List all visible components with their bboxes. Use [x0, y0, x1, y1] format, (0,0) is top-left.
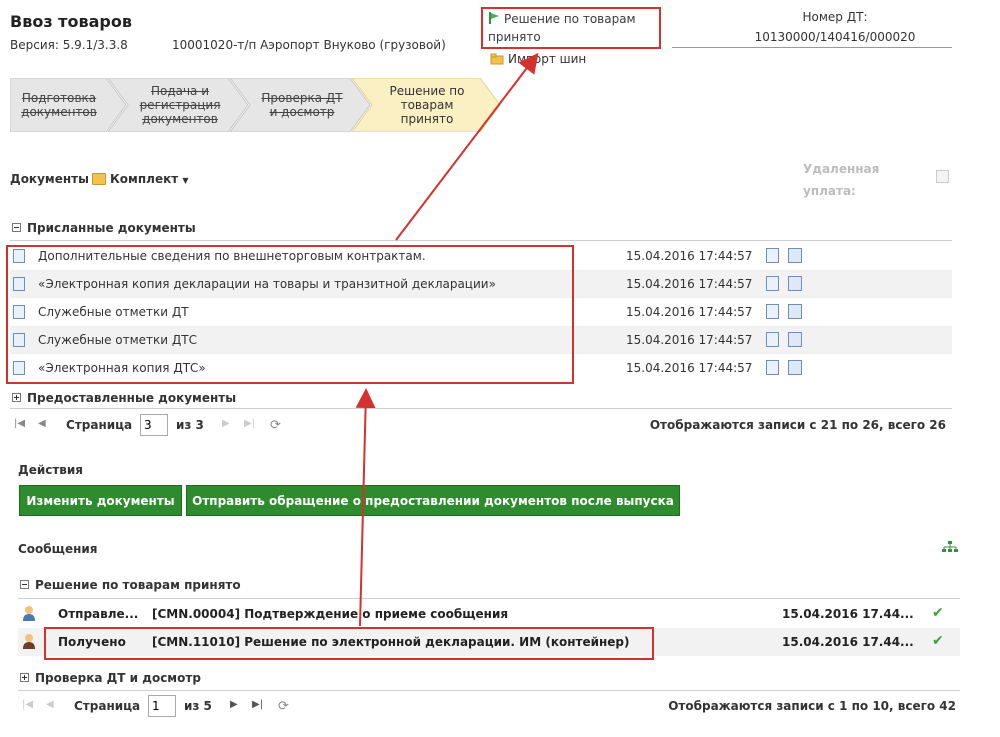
print-document-icon[interactable]	[788, 304, 802, 319]
print-document-icon[interactable]	[788, 276, 802, 291]
page-number-input[interactable]	[140, 414, 168, 436]
pager-info: Отображаются записи с 1 по 10, всего 42	[668, 699, 956, 713]
step-decision[interactable]: Решение по товарам принято	[372, 78, 482, 132]
messages-pager: |◀ ◀ Страница из 5 ▶ ▶| ⟳ Отображаются з…	[22, 693, 956, 719]
first-page-icon[interactable]: |◀	[22, 699, 33, 710]
divider	[10, 240, 952, 241]
last-page-icon[interactable]: ▶|	[252, 699, 263, 710]
document-icon	[13, 277, 25, 291]
document-icon	[13, 249, 25, 263]
remote-payment-checkbox[interactable]	[936, 170, 949, 183]
change-documents-button[interactable]: Изменить документы	[19, 485, 182, 516]
checkmark-icon: ✔	[932, 605, 944, 621]
import-icon	[490, 53, 504, 65]
group-sent-documents[interactable]: Присланные документы	[12, 221, 196, 235]
refresh-icon[interactable]: ⟳	[278, 699, 289, 714]
table-row[interactable]: «Электронная копия ДТС» 15.04.2016 17:44…	[10, 354, 952, 382]
message-row[interactable]: Получено [CMN.11010] Решение по электрон…	[18, 628, 960, 656]
customs-post-text: 10001020-т/п Аэропорт Внуково (грузовой)	[172, 38, 446, 52]
step-inspection[interactable]: Проверка ДТ и досмотр	[246, 78, 358, 132]
group-inspection-messages[interactable]: Проверка ДТ и досмотр	[20, 671, 201, 685]
first-page-icon[interactable]: |◀	[14, 418, 25, 429]
table-row[interactable]: Служебные отметки ДТ 15.04.2016 17:44:57	[10, 298, 952, 326]
view-document-icon[interactable]	[766, 360, 779, 375]
last-page-icon[interactable]: ▶|	[244, 418, 255, 429]
collapse-icon	[12, 223, 21, 232]
messages-label: Сообщения	[18, 542, 98, 556]
process-stepper: Подготовка документов Подача и регистрация…	[10, 78, 510, 132]
view-document-icon[interactable]	[766, 248, 779, 263]
print-document-icon[interactable]	[788, 332, 802, 347]
step-preparation[interactable]: Подготовка документов	[10, 78, 108, 132]
import-tires-link[interactable]: Импорт шин	[490, 52, 586, 66]
view-document-icon[interactable]	[766, 304, 779, 319]
folder-icon	[92, 173, 106, 185]
status-line2: принято	[488, 30, 541, 44]
dt-number-value: 10130000/140416/000020	[754, 30, 916, 44]
group-decision-messages[interactable]: Решение по товарам принято	[20, 578, 241, 592]
next-page-icon[interactable]: ▶	[222, 418, 230, 429]
document-icon	[13, 305, 25, 319]
collapse-icon	[20, 580, 29, 589]
divider	[18, 598, 960, 599]
dt-number-label: Номер ДТ:	[802, 10, 868, 24]
pager-info: Отображаются записи с 21 по 26, всего 26	[649, 418, 946, 432]
table-row[interactable]: Дополнительные сведения по внешнеторговы…	[10, 242, 952, 270]
step-submission[interactable]: Подача и регистрация документов	[118, 78, 242, 132]
document-icon	[13, 333, 25, 347]
status-line1: Решение по товарам	[504, 12, 636, 26]
print-document-icon[interactable]	[788, 360, 802, 375]
page-title: Ввоз товаров	[10, 12, 132, 31]
kit-dropdown[interactable]: Комплект ▼	[92, 172, 189, 186]
status-flag-icon	[489, 12, 499, 24]
documents-pager: |◀ ◀ Страница из 3 ▶ ▶| ⟳ Отображаются з…	[14, 412, 946, 438]
actions-label: Действия	[18, 463, 84, 477]
print-document-icon[interactable]	[788, 248, 802, 263]
view-document-icon[interactable]	[766, 332, 779, 347]
send-request-button[interactable]: Отправить обращение о предоставлении док…	[186, 485, 680, 516]
prev-page-icon[interactable]: ◀	[38, 418, 46, 429]
document-icon	[13, 361, 25, 375]
prev-page-icon[interactable]: ◀	[46, 699, 54, 710]
refresh-icon[interactable]: ⟳	[270, 418, 281, 433]
expand-icon	[12, 393, 21, 402]
divider	[10, 408, 952, 409]
dt-underline	[672, 47, 952, 48]
divider	[18, 690, 960, 691]
page-number-input[interactable]	[148, 695, 176, 717]
group-provided-documents[interactable]: Предоставленные документы	[12, 391, 236, 405]
message-row[interactable]: Отправле... [CMN.00004] Подтверждение о …	[18, 600, 960, 628]
import-label: Импорт шин	[508, 52, 587, 66]
tree-view-icon[interactable]	[942, 541, 958, 553]
table-row[interactable]: «Электронная копия декларации на товары …	[10, 270, 952, 298]
remote-payment-label: Удаленная уплата:	[803, 162, 880, 198]
user-sent-icon	[23, 606, 35, 621]
checkmark-icon: ✔	[932, 633, 944, 649]
table-row[interactable]: Служебные отметки ДТС 15.04.2016 17:44:5…	[10, 326, 952, 354]
caret-down-icon: ▼	[182, 176, 189, 185]
view-document-icon[interactable]	[766, 276, 779, 291]
next-page-icon[interactable]: ▶	[230, 699, 238, 710]
expand-icon	[20, 673, 29, 682]
user-received-icon	[23, 634, 35, 649]
status-decision-link[interactable]: Решение по товарам принято	[488, 10, 662, 46]
documents-label: Документы	[10, 172, 89, 186]
version-text: Версия: 5.9.1/3.3.8	[10, 38, 128, 52]
